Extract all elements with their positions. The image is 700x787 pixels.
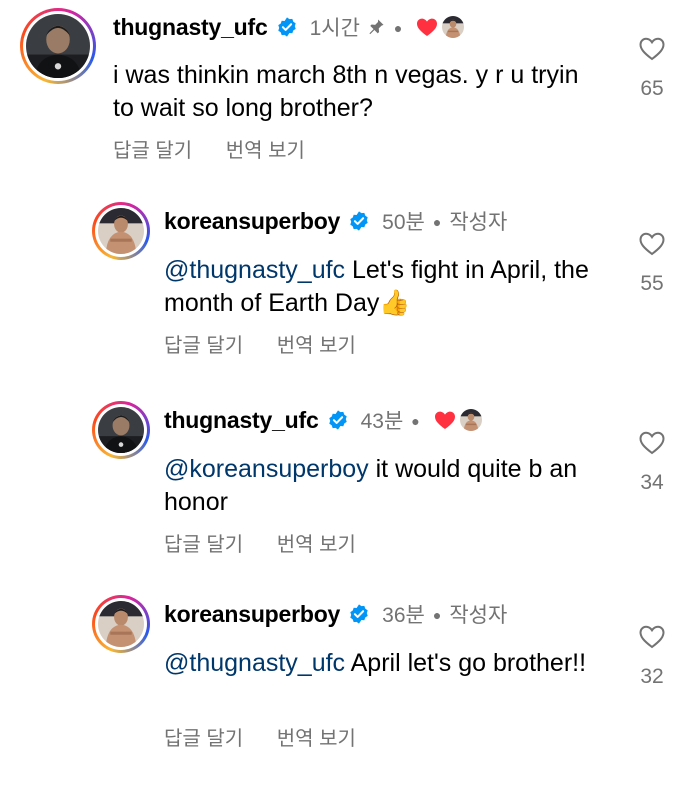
heart-filled-icon xyxy=(417,18,438,36)
comment-item: koreansuperboy 36분 ● 작성자 @thugnasty_ufc … xyxy=(0,588,700,778)
translate-button[interactable]: 번역 보기 xyxy=(277,728,356,750)
comment-timestamp: 50분 xyxy=(382,211,425,234)
heart-outline-icon[interactable] xyxy=(639,37,665,61)
like-count: 34 xyxy=(640,471,664,494)
reply-button[interactable]: 답글 달기 xyxy=(164,728,243,750)
mention-link[interactable]: @koreansuperboy xyxy=(164,455,369,483)
mention-link[interactable]: @thugnasty_ufc xyxy=(164,649,345,677)
creator-avatar xyxy=(459,409,482,431)
like-count: 32 xyxy=(640,665,664,688)
verified-badge-icon xyxy=(327,409,348,431)
translate-button[interactable]: 번역 보기 xyxy=(277,335,356,357)
mention-link[interactable]: @thugnasty_ufc xyxy=(164,256,345,284)
heart-filled-icon xyxy=(434,411,455,429)
separator-dot: ● xyxy=(411,413,420,429)
comment-timestamp: 36분 xyxy=(382,604,425,627)
author-label: 작성자 xyxy=(449,211,508,234)
comment-item: thugnasty_ufc 43분 ● @koreansuperboy it w… xyxy=(0,394,700,584)
comment-username[interactable]: koreansuperboy xyxy=(164,208,340,235)
comment-timestamp: 1시간 xyxy=(309,17,360,40)
verified-badge-icon xyxy=(349,603,369,625)
like-count: 55 xyxy=(640,272,664,295)
translate-button[interactable]: 번역 보기 xyxy=(277,534,356,556)
comment-text: @thugnasty_ufc April let's go brother!! xyxy=(164,647,604,680)
comment-text: i was thinkin march 8th n vegas. y r u t… xyxy=(113,59,583,125)
avatar[interactable] xyxy=(92,202,150,260)
heart-outline-icon[interactable] xyxy=(639,431,665,455)
translate-button[interactable]: 번역 보기 xyxy=(226,140,305,162)
pin-icon xyxy=(369,19,384,35)
separator-dot: ● xyxy=(432,607,442,623)
comment-username[interactable]: koreansuperboy xyxy=(164,601,340,628)
like-count: 65 xyxy=(640,77,664,100)
avatar[interactable] xyxy=(92,401,150,459)
comment-timestamp: 43분 xyxy=(360,410,404,433)
comment-text: @koreansuperboy it would quite b an hono… xyxy=(164,453,594,519)
avatar[interactable] xyxy=(20,8,96,84)
heart-outline-icon[interactable] xyxy=(639,232,665,256)
reply-button[interactable]: 답글 달기 xyxy=(113,140,192,162)
reply-button[interactable]: 답글 달기 xyxy=(164,534,243,556)
comment-username[interactable]: thugnasty_ufc xyxy=(113,14,268,41)
avatar[interactable] xyxy=(92,595,150,653)
comment-item: koreansuperboy 50분 ● 작성자 @thugnasty_ufc … xyxy=(0,195,700,385)
comment-body: April let's go brother!! xyxy=(345,649,587,677)
comment-text: @thugnasty_ufc Let's fight in April, the… xyxy=(164,254,604,320)
comment-username[interactable]: thugnasty_ufc xyxy=(164,407,319,434)
reply-button[interactable]: 답글 달기 xyxy=(164,335,243,357)
separator-dot: ● xyxy=(393,20,403,36)
verified-badge-icon xyxy=(276,16,297,38)
comment-body: i was thinkin march 8th n vegas. y r u t… xyxy=(113,61,579,122)
creator-avatar xyxy=(442,16,465,38)
author-label: 작성자 xyxy=(449,604,508,627)
separator-dot: ● xyxy=(432,214,442,230)
comment-item: thugnasty_ufc 1시간 ● i was thinkin march … xyxy=(0,0,700,190)
heart-outline-icon[interactable] xyxy=(639,625,665,649)
verified-badge-icon xyxy=(349,210,369,232)
